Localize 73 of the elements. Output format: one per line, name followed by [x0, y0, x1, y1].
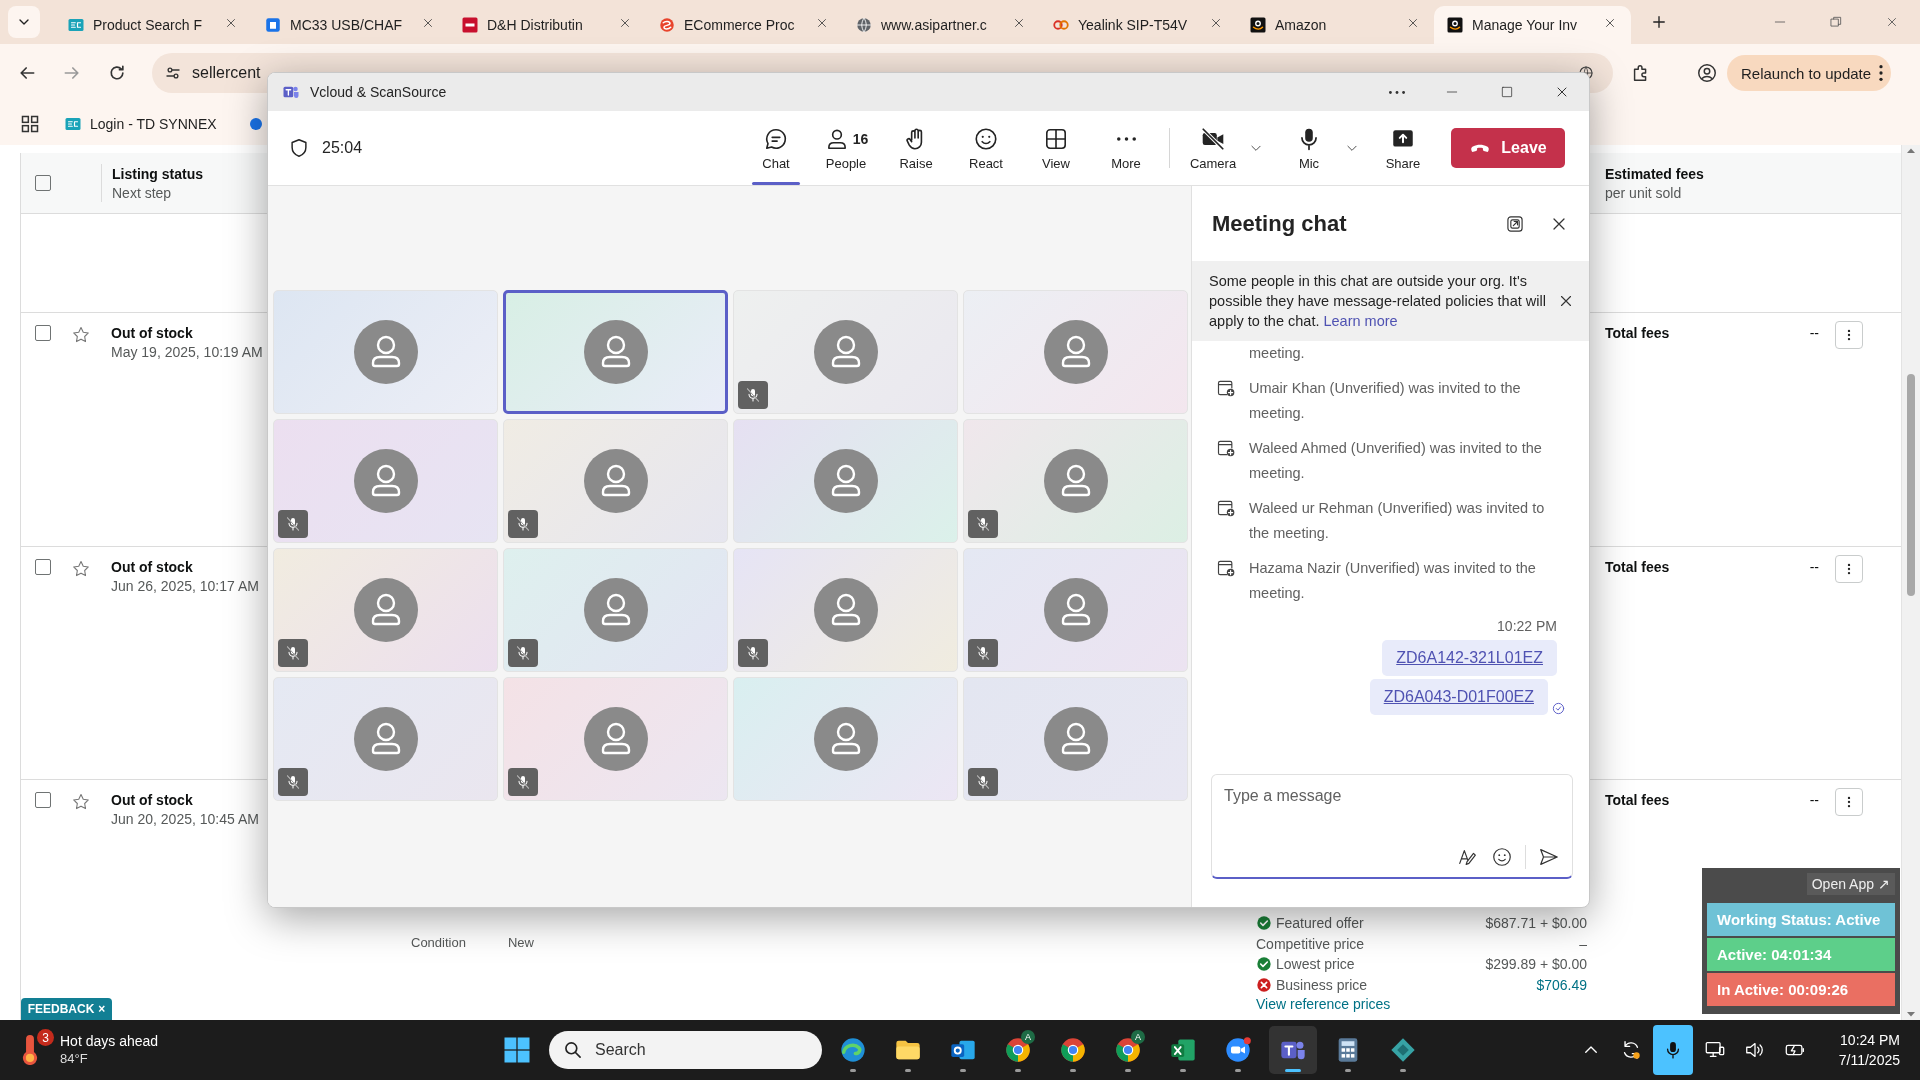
system-message: Waleed Ahmed (Unverified) was invited to the meeting.: [1249, 439, 1543, 483]
window-title: Vcloud & ScanSource: [310, 84, 447, 100]
close-button[interactable]: ×: [98, 1002, 106, 1016]
system-message: Umair Khan (Unverified) was invited to the meeting.: [1249, 379, 1522, 423]
offer-price: $299.89 + $0.00: [1485, 956, 1587, 973]
url-text: sellercent: [192, 64, 261, 82]
offer-label: Lowest price: [1276, 956, 1355, 973]
status-bar: Working Status: Active: [1707, 903, 1895, 936]
condition-label: Condition: [411, 935, 466, 950]
browser-tab[interactable]: D&H Distributin: [449, 6, 646, 44]
message-field[interactable]: Type a message: [1224, 787, 1560, 805]
people-button[interactable]: 16 People: [815, 111, 877, 185]
open-app-button[interactable]: Open App ↗: [1806, 873, 1895, 895]
chrome-app-button[interactable]: A: [1104, 1026, 1152, 1074]
offer-price: $706.49: [1536, 976, 1587, 993]
offer-label: Featured offer: [1276, 915, 1364, 932]
chat-button[interactable]: Chat: [745, 111, 807, 185]
meeting-timer: 25:04: [322, 139, 363, 157]
listing-status: Out of stock: [111, 325, 193, 341]
share-button[interactable]: Share: [1372, 111, 1434, 185]
raise-button[interactable]: Raise: [885, 111, 947, 185]
listing-status: Out of stock: [111, 792, 193, 808]
fee-amount: --: [1809, 559, 1819, 575]
system-message: Hazama Nazir (Unverified) was invited to the meeting.: [1249, 559, 1537, 603]
view-button[interactable]: View: [1025, 111, 1087, 185]
chrome-app-button[interactable]: A: [994, 1026, 1042, 1074]
reference-prices-link[interactable]: View reference prices: [1256, 996, 1391, 1012]
message-time: 10:22 PM: [1496, 618, 1557, 634]
offer-label: Competitive price: [1256, 935, 1365, 952]
fees-label: Total fees: [1605, 792, 1670, 808]
browser-tab[interactable]: Product Search F: [55, 6, 252, 44]
mic-button[interactable]: Mic: [1278, 111, 1340, 185]
column-subheader: per unit sold: [1605, 184, 1683, 201]
status-bar: Active: 04:01:34: [1707, 938, 1895, 971]
feedback-button[interactable]: FEEDBACK ×: [21, 998, 112, 1020]
browser-tab[interactable]: Yealink SIP-T54V: [1040, 6, 1237, 44]
bookmark[interactable]: Login - TD SYNNEX: [58, 108, 223, 139]
offer-price: –: [1579, 935, 1587, 952]
fee-amount: --: [1809, 325, 1819, 341]
search-field[interactable]: Search: [549, 1031, 822, 1069]
fee-amount: --: [1809, 792, 1819, 808]
status-bar: In Active: 00:09:26: [1707, 973, 1895, 1006]
weather-temperature: 84°F: [60, 1050, 89, 1067]
listing-status: Out of stock: [111, 559, 193, 575]
offer-label: Business price: [1276, 976, 1368, 993]
notification-badge: 3: [37, 1029, 54, 1046]
relaunch-button[interactable]: Relaunch to update: [1727, 55, 1892, 91]
fees-label: Total fees: [1605, 559, 1670, 575]
browser-tab[interactable]: ECommerce Proc: [646, 6, 843, 44]
status-date: Jun 26, 2025, 10:17 AM: [111, 578, 260, 594]
system-message: meeting.: [1249, 344, 1305, 363]
browser-tab[interactable]: Amazon: [1237, 6, 1434, 44]
notice-text: Some people in this chat are outside your org. It's possible they have message-related policies that will apply to the chat. Learn more: [1209, 272, 1547, 331]
system-message: Waleed ur Rehman (Unverified) was invited to the meeting.: [1249, 499, 1546, 543]
message-link[interactable]: ZD6A043-D01F00EZ: [1383, 688, 1534, 705]
status-date: Jun 20, 2025, 10:45 AM: [111, 811, 260, 827]
column-subheader: Next step: [112, 184, 173, 201]
column-header: Estimated fees: [1605, 165, 1704, 182]
browser-tab[interactable]: Manage Your Inv: [1434, 6, 1631, 44]
camera-button[interactable]: Camera: [1182, 111, 1244, 185]
more-button[interactable]: More: [1095, 111, 1157, 185]
offer-price: $687.71 + $0.00: [1485, 915, 1587, 932]
weather-title: Hot days ahead: [60, 1033, 159, 1050]
react-button[interactable]: React: [955, 111, 1017, 185]
condition-value: New: [507, 935, 534, 950]
leave-button[interactable]: Leave: [1451, 128, 1565, 168]
message-link[interactable]: ZD6A142-321L01EZ: [1396, 649, 1543, 666]
browser-tab[interactable]: MC33 USB/CHAF: [252, 6, 449, 44]
browser-tab[interactable]: www.asipartner.c: [843, 6, 1040, 44]
clock[interactable]: 10:24 PM 7/11/2025: [1838, 1030, 1900, 1070]
learn-more-link[interactable]: Learn more: [1323, 313, 1398, 329]
fees-label: Total fees: [1605, 325, 1670, 341]
panel-title: Meeting chat: [1212, 210, 1347, 237]
